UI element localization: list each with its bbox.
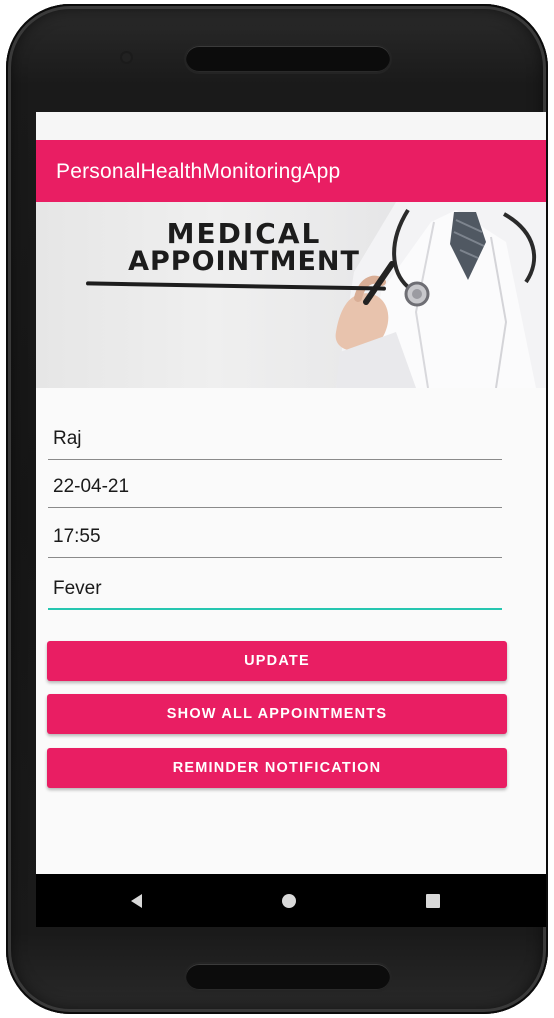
nav-home-button[interactable]	[250, 874, 330, 927]
appointment-time-underline	[48, 557, 502, 558]
appointment-time-field[interactable]	[48, 518, 502, 558]
nav-recents-button[interactable]	[395, 874, 475, 927]
appointment-time-input[interactable]	[48, 518, 502, 556]
appointment-date-field[interactable]	[48, 468, 502, 508]
status-bar	[36, 112, 546, 140]
appointment-reason-field[interactable]	[48, 570, 502, 610]
system-navigation-bar	[36, 874, 546, 927]
earpiece-speaker	[186, 46, 390, 72]
front-camera	[122, 53, 131, 62]
appointment-reason-input[interactable]	[48, 570, 502, 608]
update-button[interactable]: UPDATE	[47, 641, 507, 681]
reminder-notification-button[interactable]: REMINDER NOTIFICATION	[47, 748, 507, 788]
appointment-date-underline	[48, 507, 502, 508]
banner-line-2: APPOINTMENT	[128, 246, 360, 277]
patient-name-underline	[48, 459, 502, 460]
banner-heading: MEDICAL APPOINTMENT	[94, 220, 394, 276]
nav-back-button[interactable]	[95, 874, 175, 927]
app-title: PersonalHealthMonitoringApp	[56, 160, 341, 183]
appointment-date-input[interactable]	[48, 468, 502, 506]
patient-name-field[interactable]	[48, 420, 502, 460]
stage: PersonalHealthMonitoringApp MEDICAL APPO…	[0, 0, 554, 1018]
home-circle-icon	[282, 894, 296, 908]
phone-screen: PersonalHealthMonitoringApp MEDICAL APPO…	[36, 112, 546, 927]
phone-frame: PersonalHealthMonitoringApp MEDICAL APPO…	[6, 4, 548, 1014]
patient-name-input[interactable]	[48, 420, 502, 458]
banner-line-1: MEDICAL	[166, 217, 322, 250]
back-triangle-icon	[131, 894, 142, 908]
show-all-appointments-button[interactable]: SHOW ALL APPOINTMENTS	[47, 694, 507, 734]
recents-square-icon	[426, 894, 440, 908]
bottom-speaker	[186, 964, 390, 990]
medical-appointment-banner: MEDICAL APPOINTMENT	[36, 202, 546, 388]
appointment-reason-underline	[48, 608, 502, 610]
app-bar: PersonalHealthMonitoringApp	[36, 140, 546, 202]
